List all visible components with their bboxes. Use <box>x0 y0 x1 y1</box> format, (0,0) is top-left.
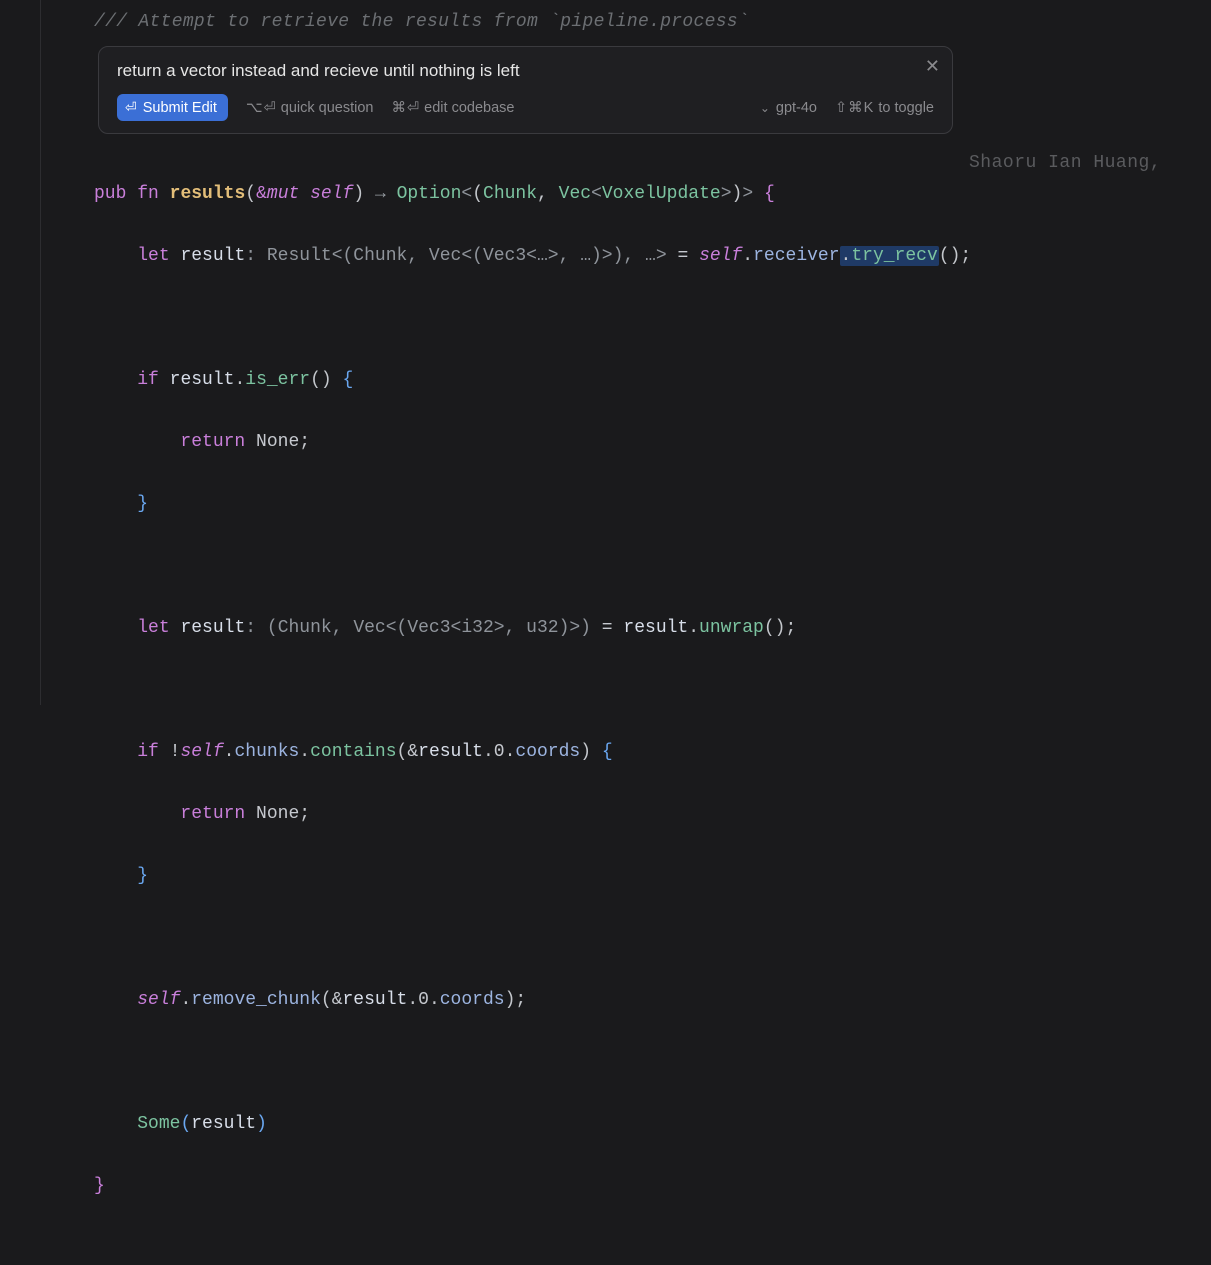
toggle-label: to toggle <box>878 100 934 116</box>
git-blame-annotation: Shaoru Ian Huang, <box>969 148 1161 179</box>
code-line[interactable]: } <box>94 861 1211 892</box>
code-line[interactable] <box>94 923 1211 954</box>
code-line[interactable]: let result: Result<(Chunk, Vec<(Vec3<…>,… <box>94 241 1211 272</box>
code-line[interactable]: self.remove_chunk(&result.0.coords); <box>94 985 1211 1016</box>
code-line[interactable]: let result: (Chunk, Vec<(Vec3<i32>, u32)… <box>94 613 1211 644</box>
toggle-hint: ⇧⌘K to toggle <box>835 100 934 116</box>
edit-codebase-keys: ⌘⏎ <box>391 100 420 116</box>
code-line[interactable]: } <box>94 489 1211 520</box>
quick-question-keys: ⌥⏎ <box>246 100 277 116</box>
toggle-keys: ⇧⌘K <box>835 100 874 116</box>
code-line[interactable]: Shaoru Ian Huang,pub fn results(&mut sel… <box>94 179 1211 210</box>
enter-icon: ⏎ <box>125 99 137 116</box>
close-icon[interactable]: ✕ <box>925 57 940 75</box>
code-line[interactable]: if result.is_err() { <box>94 365 1211 396</box>
model-name: gpt-4o <box>776 100 817 116</box>
code-line[interactable]: if !self.chunks.contains(&result.0.coord… <box>94 737 1211 768</box>
submit-edit-label: Submit Edit <box>143 100 217 116</box>
prompt-input[interactable]: return a vector instead and recieve unti… <box>117 61 934 81</box>
code-line[interactable] <box>94 303 1211 334</box>
code-block[interactable]: Shaoru Ian Huang,pub fn results(&mut sel… <box>94 148 1211 1264</box>
doc-comment-line: /// Attempt to retrieve the results from… <box>94 12 1211 32</box>
quick-question-hint[interactable]: ⌥⏎ quick question <box>246 100 374 116</box>
code-line[interactable] <box>94 1047 1211 1078</box>
edit-codebase-label: edit codebase <box>424 100 514 116</box>
model-picker[interactable]: ⌄ gpt-4o <box>760 100 817 116</box>
chevron-down-icon: ⌄ <box>760 101 770 115</box>
code-line[interactable]: Some(result) <box>94 1109 1211 1140</box>
prompt-action-bar: ⏎ Submit Edit ⌥⏎ quick question ⌘⏎ edit … <box>117 94 934 121</box>
code-line[interactable] <box>94 675 1211 706</box>
quick-question-label: quick question <box>281 100 374 116</box>
code-line[interactable] <box>94 551 1211 582</box>
code-editor[interactable]: /// Attempt to retrieve the results from… <box>0 0 1211 705</box>
code-line[interactable]: } <box>94 1171 1211 1202</box>
edit-codebase-hint[interactable]: ⌘⏎ edit codebase <box>391 100 514 116</box>
ai-edit-prompt-panel: ✕ return a vector instead and recieve un… <box>98 46 953 134</box>
code-line[interactable]: return None; <box>94 799 1211 830</box>
submit-edit-button[interactable]: ⏎ Submit Edit <box>117 94 228 121</box>
gutter-divider <box>40 0 41 705</box>
code-line[interactable]: return None; <box>94 427 1211 458</box>
